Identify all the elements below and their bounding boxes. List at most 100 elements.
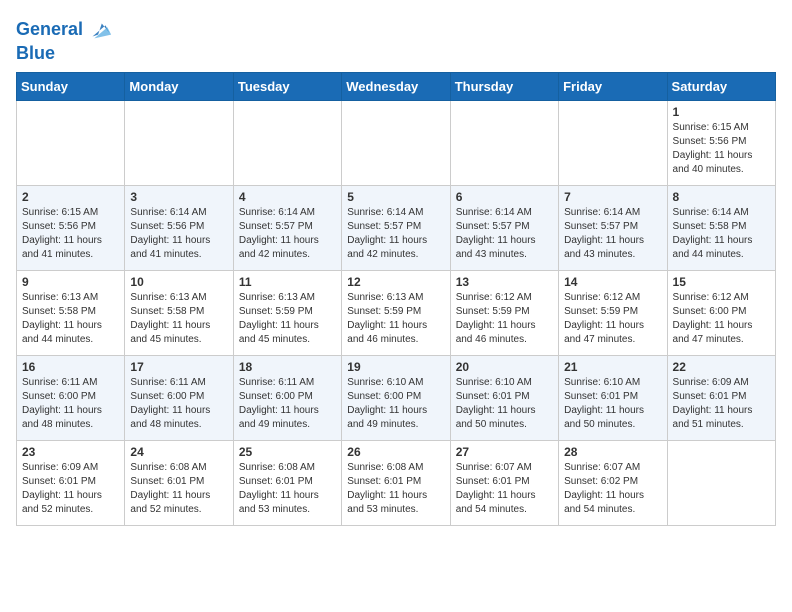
calendar-cell: 8 Sunrise: 6:14 AM Sunset: 5:58 PM Daylig… [667, 185, 775, 270]
day-number: 25 [239, 445, 336, 459]
day-number: 14 [564, 275, 661, 289]
day-info: Sunrise: 6:08 AM Sunset: 6:01 PM Dayligh… [239, 461, 336, 517]
day-info: Sunrise: 6:08 AM Sunset: 6:01 PM Dayligh… [347, 461, 444, 517]
day-number: 8 [673, 190, 770, 204]
day-info: Sunrise: 6:13 AM Sunset: 5:58 PM Dayligh… [22, 291, 119, 347]
day-info: Sunrise: 6:14 AM Sunset: 5:58 PM Dayligh… [673, 206, 770, 262]
calendar-cell: 12 Sunrise: 6:13 AM Sunset: 5:59 PM Dayli… [342, 270, 450, 355]
calendar-cell: 5 Sunrise: 6:14 AM Sunset: 5:57 PM Daylig… [342, 185, 450, 270]
day-number: 16 [22, 360, 119, 374]
day-info: Sunrise: 6:14 AM Sunset: 5:56 PM Dayligh… [130, 206, 227, 262]
day-number: 22 [673, 360, 770, 374]
day-number: 3 [130, 190, 227, 204]
day-number: 20 [456, 360, 553, 374]
weekday-header-tuesday: Tuesday [233, 72, 341, 100]
calendar-cell: 25 Sunrise: 6:08 AM Sunset: 6:01 PM Dayli… [233, 440, 341, 525]
calendar-cell [17, 100, 125, 185]
day-info: Sunrise: 6:10 AM Sunset: 6:00 PM Dayligh… [347, 376, 444, 432]
calendar-cell: 3 Sunrise: 6:14 AM Sunset: 5:56 PM Daylig… [125, 185, 233, 270]
calendar-cell: 23Sunrise: 6:09 AM Sunset: 6:01 PM Dayli… [17, 440, 125, 525]
calendar-cell [667, 440, 775, 525]
calendar-cell: 13 Sunrise: 6:12 AM Sunset: 5:59 PM Dayli… [450, 270, 558, 355]
weekday-header-sunday: Sunday [17, 72, 125, 100]
calendar-cell: 18 Sunrise: 6:11 AM Sunset: 6:00 PM Dayli… [233, 355, 341, 440]
calendar-week-row: 2 Sunrise: 6:15 AM Sunset: 5:56 PM Daylig… [17, 185, 776, 270]
calendar-cell: 14 Sunrise: 6:12 AM Sunset: 5:59 PM Dayli… [559, 270, 667, 355]
calendar-cell: 21 Sunrise: 6:10 AM Sunset: 6:01 PM Dayli… [559, 355, 667, 440]
day-info: Sunrise: 6:14 AM Sunset: 5:57 PM Dayligh… [239, 206, 336, 262]
calendar-cell [342, 100, 450, 185]
day-info: Sunrise: 6:12 AM Sunset: 5:59 PM Dayligh… [564, 291, 661, 347]
calendar-cell: 16 Sunrise: 6:11 AM Sunset: 6:00 PM Dayli… [17, 355, 125, 440]
day-info: Sunrise: 6:10 AM Sunset: 6:01 PM Dayligh… [564, 376, 661, 432]
day-number: 2 [22, 190, 119, 204]
logo-text: General [16, 20, 83, 40]
day-info: Sunrise: 6:14 AM Sunset: 5:57 PM Dayligh… [564, 206, 661, 262]
day-info: Sunrise: 6:07 AM Sunset: 6:02 PM Dayligh… [564, 461, 661, 517]
calendar-cell: 9 Sunrise: 6:13 AM Sunset: 5:58 PM Daylig… [17, 270, 125, 355]
calendar-cell: 1 Sunrise: 6:15 AM Sunset: 5:56 PM Daylig… [667, 100, 775, 185]
calendar-cell: 22 Sunrise: 6:09 AM Sunset: 6:01 PM Dayli… [667, 355, 775, 440]
calendar-cell: 20 Sunrise: 6:10 AM Sunset: 6:01 PM Dayli… [450, 355, 558, 440]
day-info: Sunrise: 6:15 AM Sunset: 5:56 PM Dayligh… [673, 121, 770, 177]
day-number: 23 [22, 445, 119, 459]
weekday-header-monday: Monday [125, 72, 233, 100]
day-number: 10 [130, 275, 227, 289]
calendar-cell: 6 Sunrise: 6:14 AM Sunset: 5:57 PM Daylig… [450, 185, 558, 270]
day-number: 9 [22, 275, 119, 289]
calendar-week-row: 9 Sunrise: 6:13 AM Sunset: 5:58 PM Daylig… [17, 270, 776, 355]
calendar-cell [450, 100, 558, 185]
day-number: 27 [456, 445, 553, 459]
calendar-week-row: 16 Sunrise: 6:11 AM Sunset: 6:00 PM Dayli… [17, 355, 776, 440]
day-info: Sunrise: 6:11 AM Sunset: 6:00 PM Dayligh… [239, 376, 336, 432]
day-info: Sunrise: 6:13 AM Sunset: 5:59 PM Dayligh… [347, 291, 444, 347]
weekday-header-thursday: Thursday [450, 72, 558, 100]
day-info: Sunrise: 6:12 AM Sunset: 5:59 PM Dayligh… [456, 291, 553, 347]
calendar-cell: 11 Sunrise: 6:13 AM Sunset: 5:59 PM Dayli… [233, 270, 341, 355]
day-number: 1 [673, 105, 770, 119]
calendar-week-row: 1 Sunrise: 6:15 AM Sunset: 5:56 PM Daylig… [17, 100, 776, 185]
day-info: Sunrise: 6:13 AM Sunset: 5:59 PM Dayligh… [239, 291, 336, 347]
day-number: 15 [673, 275, 770, 289]
calendar-cell [559, 100, 667, 185]
day-number: 21 [564, 360, 661, 374]
calendar-cell: 17 Sunrise: 6:11 AM Sunset: 6:00 PM Dayli… [125, 355, 233, 440]
day-number: 26 [347, 445, 444, 459]
calendar-cell: 28 Sunrise: 6:07 AM Sunset: 6:02 PM Dayli… [559, 440, 667, 525]
day-info: Sunrise: 6:09 AM Sunset: 6:01 PM Dayligh… [673, 376, 770, 432]
calendar-cell: 4 Sunrise: 6:14 AM Sunset: 5:57 PM Daylig… [233, 185, 341, 270]
day-number: 6 [456, 190, 553, 204]
weekday-header-saturday: Saturday [667, 72, 775, 100]
calendar-cell: 10 Sunrise: 6:13 AM Sunset: 5:58 PM Dayli… [125, 270, 233, 355]
calendar-cell: 24 Sunrise: 6:08 AM Sunset: 6:01 PM Dayli… [125, 440, 233, 525]
page-header: General Blue [16, 16, 776, 64]
weekday-header-row: SundayMondayTuesdayWednesdayThursdayFrid… [17, 72, 776, 100]
calendar-cell: 27 Sunrise: 6:07 AM Sunset: 6:01 PM Dayli… [450, 440, 558, 525]
day-info: Sunrise: 6:14 AM Sunset: 5:57 PM Dayligh… [347, 206, 444, 262]
calendar-cell: 15Sunrise: 6:12 AM Sunset: 6:00 PM Dayli… [667, 270, 775, 355]
day-number: 28 [564, 445, 661, 459]
day-number: 11 [239, 275, 336, 289]
day-info: Sunrise: 6:10 AM Sunset: 6:01 PM Dayligh… [456, 376, 553, 432]
day-info: Sunrise: 6:14 AM Sunset: 5:57 PM Dayligh… [456, 206, 553, 262]
calendar-table: SundayMondayTuesdayWednesdayThursdayFrid… [16, 72, 776, 526]
day-number: 24 [130, 445, 227, 459]
logo-blue-text: Blue [16, 44, 113, 64]
day-number: 4 [239, 190, 336, 204]
logo-icon [85, 16, 113, 44]
day-info: Sunrise: 6:07 AM Sunset: 6:01 PM Dayligh… [456, 461, 553, 517]
day-number: 12 [347, 275, 444, 289]
day-number: 5 [347, 190, 444, 204]
day-info: Sunrise: 6:13 AM Sunset: 5:58 PM Dayligh… [130, 291, 227, 347]
day-info: Sunrise: 6:11 AM Sunset: 6:00 PM Dayligh… [130, 376, 227, 432]
day-number: 13 [456, 275, 553, 289]
day-info: Sunrise: 6:08 AM Sunset: 6:01 PM Dayligh… [130, 461, 227, 517]
calendar-cell: 7 Sunrise: 6:14 AM Sunset: 5:57 PM Daylig… [559, 185, 667, 270]
logo: General Blue [16, 16, 113, 64]
weekday-header-friday: Friday [559, 72, 667, 100]
day-info: Sunrise: 6:11 AM Sunset: 6:00 PM Dayligh… [22, 376, 119, 432]
day-number: 17 [130, 360, 227, 374]
day-number: 7 [564, 190, 661, 204]
day-info: Sunrise: 6:15 AM Sunset: 5:56 PM Dayligh… [22, 206, 119, 262]
day-number: 18 [239, 360, 336, 374]
